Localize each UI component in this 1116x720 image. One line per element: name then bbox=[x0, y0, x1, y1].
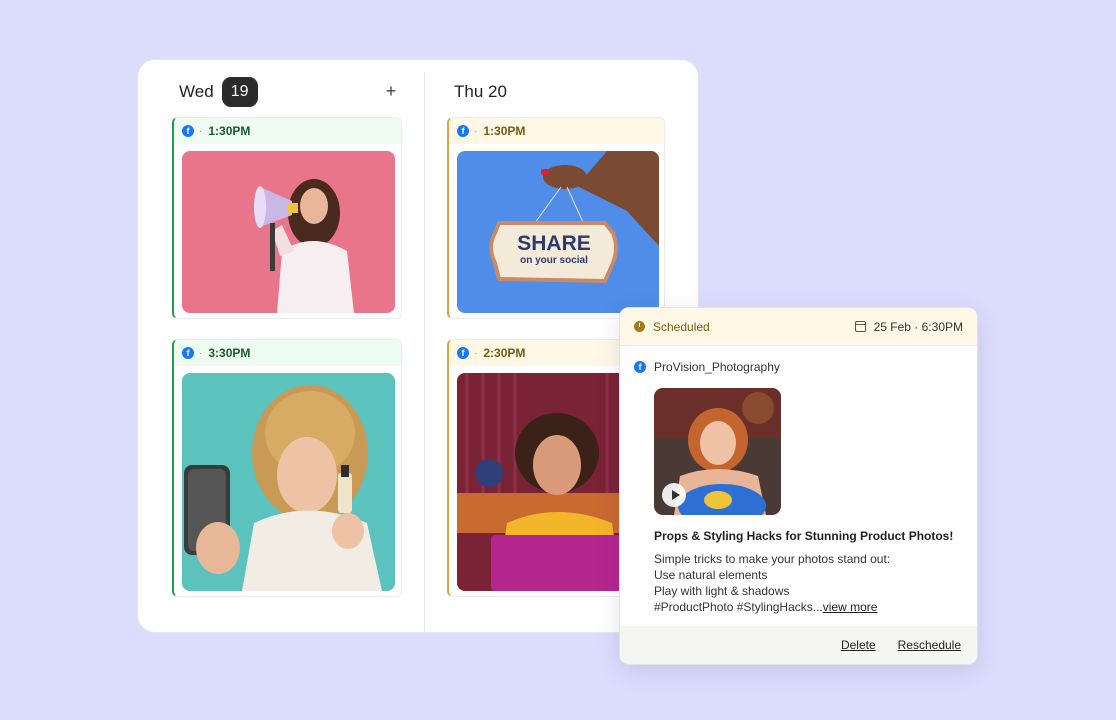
day-header-wed: Wed 19 bbox=[179, 76, 258, 108]
card-footer: Delete Reschedule bbox=[620, 626, 977, 664]
post-card-thu-1[interactable]: f · 1:30PM SHARE on your social bbox=[447, 117, 665, 319]
column-divider bbox=[424, 72, 425, 632]
day-name-wed: Wed bbox=[179, 82, 214, 101]
post-header: f · 1:30PM bbox=[449, 118, 664, 144]
view-more-link[interactable]: view more bbox=[823, 600, 878, 614]
facebook-icon: f bbox=[457, 347, 469, 359]
day-header-thu: Thu 20 bbox=[454, 76, 507, 108]
add-post-button[interactable]: + bbox=[379, 79, 403, 103]
post-title: Props & Styling Hacks for Stunning Produ… bbox=[654, 529, 954, 543]
post-time: 3:30PM bbox=[208, 346, 251, 360]
calendar-panel: Wed 19 + Thu 20 f · 1:30PM f · 3:30PM f … bbox=[137, 59, 699, 633]
post-image-selfie bbox=[182, 373, 395, 591]
sign-text: SHARE on your social bbox=[517, 232, 591, 267]
post-card-wed-1[interactable]: f · 1:30PM bbox=[172, 117, 402, 319]
account-name: ProVision_Photography bbox=[654, 360, 780, 374]
day-name-thu: Thu 20 bbox=[454, 82, 507, 101]
post-image-megaphone bbox=[182, 151, 395, 313]
facebook-icon: f bbox=[457, 125, 469, 137]
post-time: 1:30PM bbox=[483, 124, 526, 138]
clock-icon bbox=[634, 321, 645, 332]
card-header: Scheduled 25 Feb · 6:30PM bbox=[620, 308, 977, 346]
status-label: Scheduled bbox=[653, 319, 710, 334]
schedule-date: 25 Feb · 6:30PM bbox=[854, 319, 963, 334]
post-description: Simple tricks to make your photos stand … bbox=[654, 552, 891, 614]
facebook-icon: f bbox=[182, 125, 194, 137]
post-time: 1:30PM bbox=[208, 124, 251, 138]
facebook-icon: f bbox=[182, 347, 194, 359]
calendar-icon bbox=[854, 321, 866, 332]
facebook-icon: f bbox=[634, 361, 646, 373]
post-header: f · 3:30PM bbox=[174, 340, 401, 366]
account-row: f ProVision_Photography bbox=[634, 360, 780, 374]
post-card-wed-2[interactable]: f · 3:30PM bbox=[172, 339, 402, 597]
scheduled-post-card: Scheduled 25 Feb · 6:30PM f ProVision_Ph… bbox=[619, 307, 978, 665]
play-icon[interactable] bbox=[662, 483, 686, 507]
delete-button[interactable]: Delete bbox=[841, 638, 876, 652]
day-number-badge: 19 bbox=[221, 77, 258, 107]
schedule-date-text: 25 Feb · 6:30PM bbox=[873, 319, 963, 334]
reschedule-button[interactable]: Reschedule bbox=[898, 638, 961, 652]
post-image-share-sign: SHARE on your social bbox=[457, 151, 659, 313]
post-header: f · 1:30PM bbox=[174, 118, 401, 144]
post-thumbnail[interactable] bbox=[654, 388, 781, 515]
post-time: 2:30PM bbox=[483, 346, 526, 360]
